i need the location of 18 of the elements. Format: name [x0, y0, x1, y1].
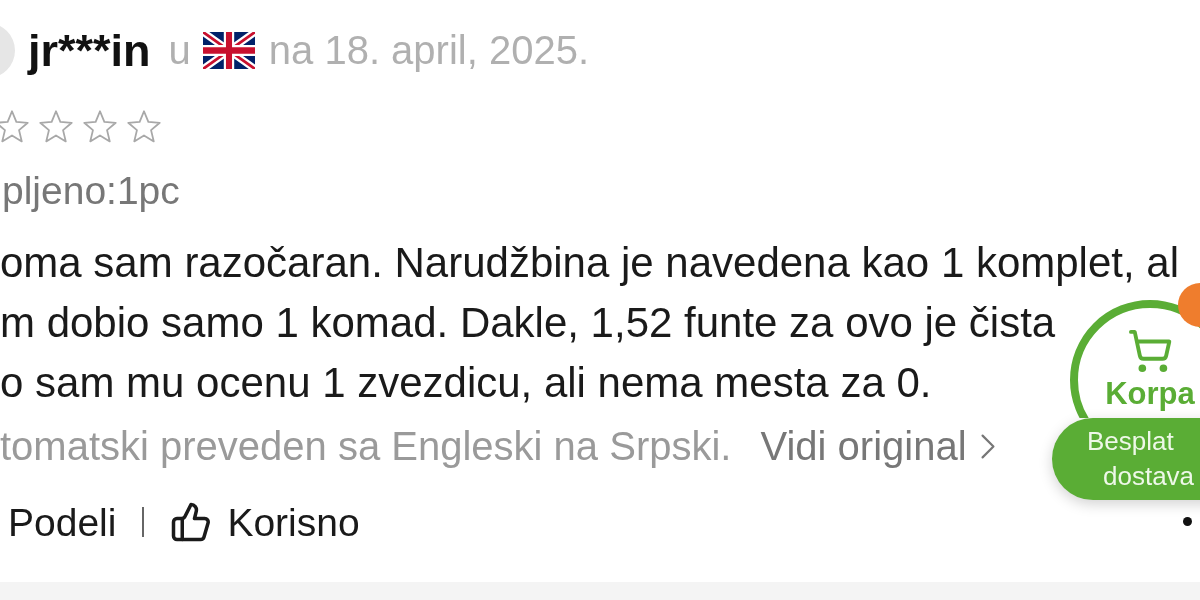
helpful-button[interactable]: Korisno: [170, 501, 360, 543]
star-icon: [126, 109, 162, 145]
star-icon: [38, 109, 74, 145]
flag-icon: [202, 31, 255, 69]
thumbs-up-icon: [170, 501, 213, 543]
username: jr***in: [28, 27, 151, 73]
purchase-info: pljeno:1pc: [1, 170, 180, 210]
review-date: na 18. april, 2025.: [268, 30, 590, 70]
view-original-link[interactable]: Vidi original: [760, 426, 995, 466]
translation-note: tomatski preveden sa Engleski na Srpski.: [0, 426, 732, 466]
share-button[interactable]: Podeli: [8, 502, 117, 542]
location-prefix: u: [168, 30, 191, 70]
free-delivery-badge: Besplat dostava: [1052, 418, 1200, 500]
review-text: m dobio samo 1 komad. Dakle, 1,52 funte za ovo je čista: [0, 298, 1056, 348]
chevron-right-icon: [980, 433, 995, 459]
star-icon: [82, 109, 118, 145]
star-icon: [0, 109, 30, 145]
review-text: o sam mu ocenu 1 zvezdicu, ali nema mesta za 0.: [0, 358, 932, 408]
